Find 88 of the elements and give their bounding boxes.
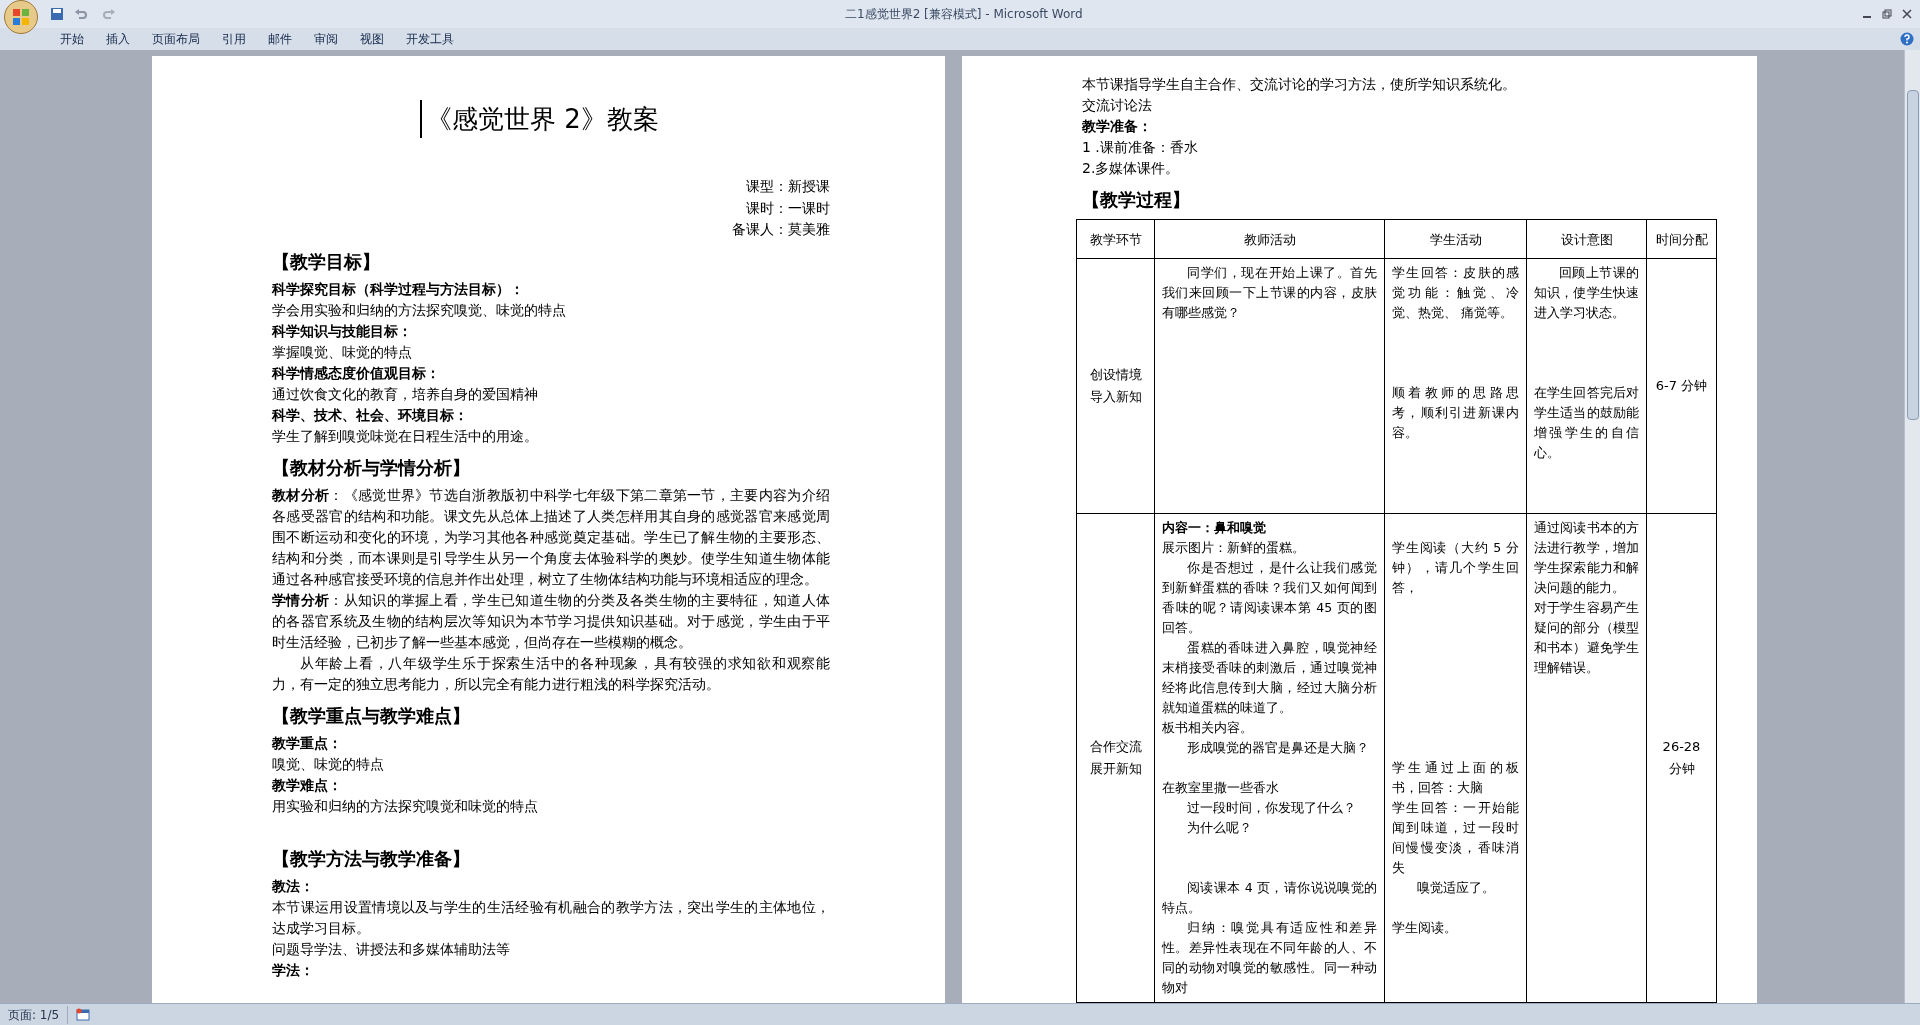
paragraph: 学生回答：一开始能闻到味道，过一段时间慢慢变淡，香味消失	[1392, 799, 1519, 877]
section-heading: 【教学目标】	[272, 249, 381, 274]
restore-icon[interactable]	[1882, 9, 1892, 19]
paragraph: 为什么呢？	[1186, 819, 1253, 837]
paragraph: 形成嗅觉的器官是鼻还是大脑？	[1186, 739, 1370, 757]
paragraph: 本节课运用设置情境以及与学生的生活经验有机融合的教学方法，突出学生的主体地位，达成学习目标。	[272, 897, 830, 938]
paragraph: 通过饮食文化的教育，培养自身的爱国精神	[272, 384, 539, 404]
column-header: 教学环节	[1089, 232, 1142, 247]
bold-label: 学法：	[272, 960, 315, 980]
paragraph: 在教室里撒一些香水	[1162, 779, 1280, 797]
lesson-info: 课时：一课时	[746, 198, 830, 218]
paragraph: 展示图片：新鲜的蛋糕。	[1162, 539, 1306, 557]
undo-icon[interactable]	[74, 7, 88, 21]
paragraph: 通过阅读书本的方法进行教学，增加学生探索能力和解决问题的能力。	[1534, 519, 1639, 597]
paragraph: 对于学生容易产生疑问的部分（模型和书本）避免学生理解错误。	[1534, 599, 1639, 677]
bold-label: 科学、技术、社会、环境目标：	[272, 405, 469, 425]
vertical-scrollbar[interactable]	[1904, 50, 1920, 1003]
paragraph: 学生阅读（大约 5 分钟），请几个学生回答，	[1392, 539, 1519, 597]
bold-label: 科学探究目标（科学过程与方法目标）：	[272, 279, 525, 299]
column-header: 设计意图	[1560, 232, 1613, 247]
office-logo-icon	[11, 7, 31, 27]
paragraph: 掌握嗅觉、味觉的特点	[272, 342, 413, 362]
bold-label: 教学难点：	[272, 775, 343, 795]
time-label: 26-28	[1661, 738, 1702, 756]
paragraph: 回顾上节课的知识，使学生快速进入学习状态。	[1534, 264, 1639, 322]
bold-label: 内容一：鼻和嗅觉	[1162, 519, 1267, 537]
document-icon[interactable]	[76, 1007, 91, 1022]
paragraph: 顺着教师的思路思考，顺利引进新课内容。	[1392, 384, 1519, 442]
ribbon-tab[interactable]: 视图	[350, 28, 394, 50]
bold-label: 教法：	[272, 876, 315, 896]
scroll-thumb[interactable]	[1906, 90, 1919, 420]
paragraph: 嗅觉适应了。	[1416, 879, 1496, 897]
paragraph: 本节课指导学生自主合作、交流讨论的学习方法，使所学知识系统化。	[1082, 75, 1517, 94]
lesson-info: 备课人：莫美雅	[732, 220, 830, 239]
paragraph: 从年龄上看，八年级学生乐于探索生活中的各种现象，具有较强的求知欲和观察能力，有一定的独立思考能力，所以完全有能力进行粗浅的科学探究活动。	[272, 653, 830, 694]
column-header: 教师活动	[1243, 232, 1296, 247]
stage-label: 展开新知	[1088, 760, 1143, 778]
paragraph: 学生了解到嗅觉味觉在日程生活中的用途。	[272, 426, 539, 446]
paragraph: 你是否想过，是什么让我们感觉到新鲜蛋糕的香味？我们又如何闻到香味的呢？请阅读课本第 45 页的图回答。	[1162, 559, 1377, 637]
paragraph: 嗅觉、味觉的特点	[272, 754, 385, 774]
paragraph: 学情分析：从知识的掌握上看，学生已知道生物的分类及各类生物的主要特征，知道人体的各器官系统及生物的结构层次等知识为本节学习提供知识基础。对于感觉，学生由于平时生活经验，已初步了解一些基本感觉，但尚存在一些模糊的概念。	[272, 590, 830, 652]
ribbon-tab[interactable]: 开发工具	[396, 28, 464, 50]
paragraph: 学生通过上面的板书，回答：大脑	[1392, 759, 1519, 797]
help-icon[interactable]	[1900, 32, 1914, 46]
paragraph: 板书相关内容。	[1162, 719, 1254, 737]
paragraph: 归纳：嗅觉具有适应性和差异性。差异性表现在不同年龄的人、不同的动物对嗅觉的敏感性。同一种动物对	[1162, 919, 1377, 997]
page-count: 页面: 1/5	[0, 1005, 69, 1024]
ribbon-tab[interactable]: 引用	[212, 28, 256, 50]
section-heading: 【教学过程】	[1082, 188, 1191, 212]
ribbon-tab[interactable]: 插入	[96, 28, 140, 50]
section-heading: 【教学方法与教学准备】	[272, 846, 471, 871]
close-icon[interactable]	[1902, 9, 1912, 19]
time-label: 分钟	[1667, 760, 1696, 778]
window-title: 二1感觉世界2 [兼容模式] - Microsoft Word	[845, 6, 1083, 23]
paragraph: 问题导学法、讲授法和多媒体辅助法等	[272, 939, 511, 959]
paragraph: 2.多媒体课件。	[1082, 159, 1181, 178]
bold-label: 教学重点：	[272, 733, 343, 753]
paragraph: 1 .课前准备：香水	[1082, 138, 1199, 157]
ribbon-tab[interactable]: 邮件	[258, 28, 302, 50]
ribbon-tab[interactable]: 页面布局	[142, 28, 210, 50]
stage-label: 合作交流	[1088, 738, 1143, 756]
ribbon-tab[interactable]: 开始	[50, 28, 94, 50]
paragraph: 交流讨论法	[1082, 96, 1153, 115]
lesson-info: 课型：新授课	[746, 177, 830, 196]
paragraph: 在学生回答完后对学生适当的鼓励能增强学生的自信心。	[1534, 384, 1639, 462]
bold-label: 科学知识与技能目标：	[272, 321, 413, 341]
save-icon[interactable]	[50, 7, 64, 21]
paragraph: 学会用实验和归纳的方法探究嗅觉、味觉的特点	[272, 300, 567, 320]
paragraph: 学生回答：皮肤的感觉功能：触觉、冷觉、热觉、 痛觉等。	[1392, 264, 1519, 322]
column-header: 学生活动	[1429, 232, 1482, 247]
paragraph: 学生阅读。	[1392, 919, 1458, 937]
column-header: 时间分配	[1655, 232, 1708, 247]
paragraph: 教材分析：《感觉世界》节选自浙教版初中科学七年级下第二章第一节，主要内容为介绍各感受器官的结构和功能。课文先从总体上描述了人类怎样用其自身的感觉器官来感觉周围不断运动和变化的环境，为学习其他各种感觉奠定基础。学生已了解生物的主要形态、结构和分类，而本课则是引导学生从另一个角度去体验科学的奥妙。使学生知道生物体能通过各种感官接受环境的信息并作出处理，树立了生物体结构功能与环境相适应的理念。	[272, 485, 830, 589]
paragraph: 蛋糕的香味进入鼻腔，嗅觉神经末梢接受香味的刺激后，通过嗅觉神经将此信息传到大脑，经过大脑分析就知道蛋糕的味道了。	[1162, 639, 1377, 717]
bold-label: 科学情感态度价值观目标：	[272, 363, 441, 383]
time-label: 6-7 分钟	[1654, 377, 1709, 395]
document-title: 《感觉世界 2》教案	[420, 100, 659, 138]
section-heading: 【教学重点与教学难点】	[272, 703, 471, 728]
paragraph: 用实验和归纳的方法探究嗅觉和味觉的特点	[272, 796, 539, 816]
bold-label: 教学准备：	[1082, 117, 1153, 136]
paragraph: 过一段时间，你发现了什么？	[1186, 799, 1357, 817]
paragraph: 阅读课本 4 页，请你说说嗅觉的特点。	[1162, 879, 1377, 917]
stage-label: 导入新知	[1088, 388, 1143, 406]
ribbon-tab[interactable]: 审阅	[304, 28, 348, 50]
stage-label: 创设情境	[1088, 366, 1143, 384]
section-heading: 【教材分析与学情分析】	[272, 455, 471, 480]
office-button[interactable]	[4, 0, 38, 34]
paragraph: 同学们，现在开始上课了。首先我们来回顾一下上节课的内容，皮肤有哪些感觉？	[1162, 264, 1377, 322]
